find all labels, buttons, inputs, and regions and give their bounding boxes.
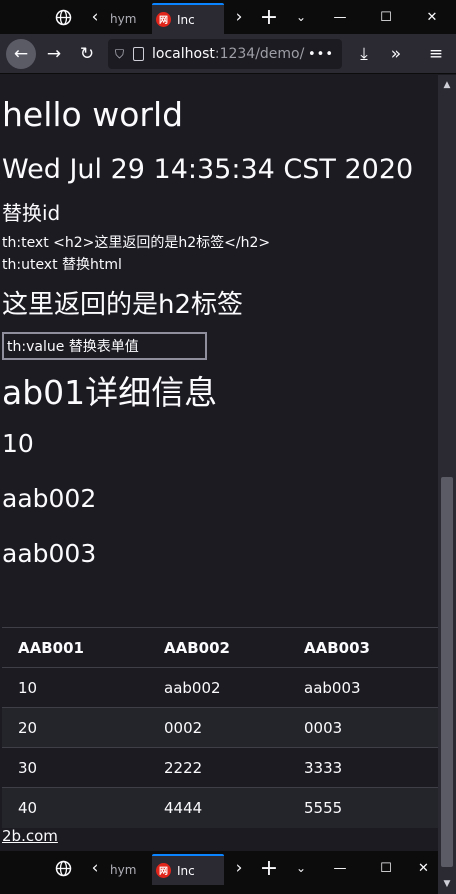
tab-active[interactable]: 网 Inc bbox=[152, 3, 224, 34]
table-cell: 40 bbox=[2, 787, 148, 828]
page-info-icon[interactable] bbox=[133, 47, 145, 61]
reload-icon[interactable]: ↻ bbox=[72, 39, 102, 69]
value-input[interactable] bbox=[2, 332, 207, 360]
netease-favicon-icon: 网 bbox=[156, 863, 171, 878]
tab-label: Inc bbox=[177, 12, 195, 27]
scroll-down-arrow-icon[interactable]: ▼ bbox=[438, 876, 456, 892]
table-row: 10 aab002 aab003 bbox=[2, 667, 438, 708]
tab-list-chevron-icon[interactable]: ⌄ bbox=[290, 0, 312, 34]
column-header: AAB003 bbox=[288, 627, 438, 668]
second-window-tab-bar: ‹ hym 网 Inc › + ⌄ — ☐ ✕ bbox=[0, 851, 438, 894]
url-path: :1234/demo/ bbox=[214, 46, 305, 62]
menu-icon[interactable]: ≡ bbox=[421, 39, 451, 69]
table-row: 40 4444 5555 bbox=[2, 787, 438, 828]
table-cell: 20 bbox=[2, 707, 148, 748]
th-text-line: th:text <h2>这里返回的是h2标签</h2> bbox=[2, 235, 271, 251]
th-utext-line: th:utext 替换html bbox=[2, 257, 122, 273]
scrollbar-thumb[interactable] bbox=[441, 477, 453, 867]
page-heading: hello world bbox=[2, 95, 184, 134]
table-cell: 10 bbox=[2, 667, 148, 708]
vertical-scrollbar[interactable]: ▲ ▼ bbox=[438, 75, 456, 894]
url-bar[interactable]: ⛉ localhost :1234/demo/ ••• bbox=[108, 39, 342, 69]
table-row: 20 0002 0003 bbox=[2, 707, 438, 748]
table-cell: 5555 bbox=[288, 787, 438, 828]
tab-label: hym bbox=[110, 11, 137, 26]
tab-label: Inc bbox=[177, 863, 195, 878]
tab-label: hym bbox=[110, 862, 137, 877]
back-arrow-icon[interactable]: ← bbox=[6, 39, 36, 69]
globe-icon[interactable] bbox=[48, 851, 78, 885]
tab-bar: ‹ hym 网 Inc › + ⌄ — ☐ ✕ bbox=[0, 0, 456, 34]
replace-id-text: 替换id bbox=[2, 201, 61, 225]
value-text: 10 bbox=[2, 429, 34, 458]
overflow-chevron-icon[interactable]: » bbox=[381, 39, 411, 69]
close-button[interactable]: ✕ bbox=[409, 851, 438, 885]
tab-active[interactable]: 网 Inc bbox=[152, 854, 224, 885]
column-header: AAB001 bbox=[2, 627, 148, 668]
tab-scroll-right-icon[interactable]: › bbox=[229, 851, 249, 885]
minimize-button[interactable]: — bbox=[317, 0, 363, 34]
detail-title: ab01详细信息 bbox=[2, 373, 218, 412]
scroll-up-arrow-icon[interactable]: ▲ bbox=[438, 77, 456, 93]
data-table: AAB001 AAB002 AAB003 10 aab002 aab003 20… bbox=[2, 627, 438, 828]
download-icon[interactable]: ⤓ bbox=[349, 39, 379, 69]
maximize-button[interactable]: ☐ bbox=[363, 851, 409, 885]
table-cell: 2222 bbox=[148, 747, 288, 788]
tab-list-chevron-icon[interactable]: ⌄ bbox=[290, 851, 312, 885]
minimize-button[interactable]: — bbox=[317, 851, 363, 885]
h2-text: 这里返回的是h2标签 bbox=[2, 290, 244, 320]
netease-favicon-icon: 网 bbox=[156, 12, 171, 27]
table-cell: aab003 bbox=[288, 667, 438, 708]
table-cell: 30 bbox=[2, 747, 148, 788]
forward-arrow-icon[interactable]: → bbox=[39, 39, 69, 69]
tab-scroll-right-icon[interactable]: › bbox=[229, 0, 249, 34]
table-header-row: AAB001 AAB002 AAB003 bbox=[2, 627, 438, 668]
tab-thymeleaf[interactable]: hym bbox=[106, 3, 146, 34]
date-text: Wed Jul 29 14:35:34 CST 2020 bbox=[2, 154, 414, 185]
column-header: AAB002 bbox=[148, 627, 288, 668]
new-tab-icon[interactable]: + bbox=[257, 0, 281, 34]
table-cell: 0002 bbox=[148, 707, 288, 748]
value-text: aab002 bbox=[2, 484, 97, 513]
new-tab-icon[interactable]: + bbox=[257, 851, 281, 885]
navigation-bar: ← → ↻ ⛉ localhost :1234/demo/ ••• ⤓ » ≡ bbox=[0, 34, 456, 74]
globe-icon[interactable] bbox=[48, 0, 78, 34]
maximize-button[interactable]: ☐ bbox=[363, 0, 409, 34]
table-cell: 0003 bbox=[288, 707, 438, 748]
table-cell: 4444 bbox=[148, 787, 288, 828]
page-viewport: hello world Wed Jul 29 14:35:34 CST 2020… bbox=[0, 75, 438, 851]
table-cell: aab002 bbox=[148, 667, 288, 708]
footer-link[interactable]: 2b.com bbox=[2, 827, 58, 845]
table-row: 30 2222 3333 bbox=[2, 747, 438, 788]
url-host: localhost bbox=[152, 46, 215, 62]
tab-thymeleaf[interactable]: hym bbox=[106, 854, 146, 885]
value-text: aab003 bbox=[2, 539, 97, 568]
tab-scroll-left-icon[interactable]: ‹ bbox=[86, 851, 104, 885]
shield-icon[interactable]: ⛉ bbox=[115, 47, 124, 62]
tab-scroll-left-icon[interactable]: ‹ bbox=[86, 0, 104, 34]
close-button[interactable]: ✕ bbox=[409, 0, 455, 34]
page-actions-icon[interactable]: ••• bbox=[308, 47, 334, 62]
table-cell: 3333 bbox=[288, 747, 438, 788]
